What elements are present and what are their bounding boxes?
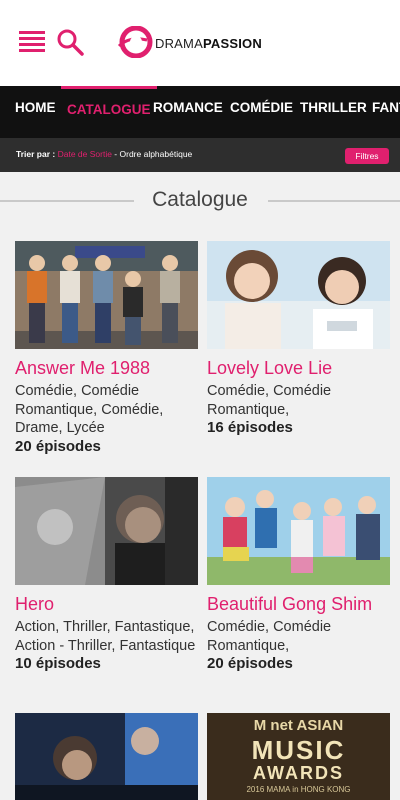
sort-separator: - [111, 149, 120, 159]
drama-genres: Comédie, Comédie Romantique, 16 épisodes [207, 382, 390, 438]
drama-genres: Comédie, Comédie Romantique, 20 épisodes [207, 618, 390, 674]
drama-poster-image[interactable] [15, 477, 198, 585]
drama-poster-image[interactable]: M net ASIAN MUSIC AWARDS 2016 MAMA in HO… [207, 713, 390, 800]
dramapassion-logo[interactable]: DRAMAPASSION [117, 26, 292, 60]
drama-genres: Comédie, Comédie Romantique, Comédie, Dr… [15, 382, 198, 456]
sort-alphabetical-link[interactable]: Ordre alphabétique [120, 149, 193, 159]
episode-count: 20 épisodes [207, 655, 293, 673]
mama-poster-line1: M net ASIAN [253, 717, 344, 734]
logo-text-passion: PASSION [202, 36, 262, 51]
drama-title[interactable]: Lovely Love Lie [207, 358, 397, 379]
nav-item-comedie[interactable]: COMÉDIE [230, 86, 293, 138]
drama-poster-image[interactable] [15, 713, 198, 800]
genre-list: Comédie, Comédie Romantique, Comédie, Dr… [15, 383, 164, 437]
drama-title[interactable]: Answer Me 1988 [15, 358, 205, 379]
filters-button[interactable]: Filtres [345, 148, 389, 164]
header: DRAMAPASSION [0, 0, 400, 86]
mama-poster-line2: MUSIC [251, 735, 346, 765]
drama-title[interactable]: Beautiful Gong Shim [207, 594, 397, 615]
drama-poster-image[interactable] [207, 477, 390, 585]
nav-item-home[interactable]: HOME [15, 86, 56, 138]
nav-item-fantastique[interactable]: FANT [372, 86, 400, 138]
category-nav: HOME CATALOGUE ROMANCE COMÉDIE THRILLER … [0, 86, 400, 138]
genre-list: Comédie, Comédie Romantique, [207, 619, 332, 654]
section-title: Catalogue [152, 188, 248, 211]
section-header: Catalogue [0, 186, 400, 216]
episode-count: 16 épisodes [207, 419, 293, 437]
episode-count: 10 épisodes [15, 655, 101, 673]
genre-list: Action, Thriller, Fantastique, Action - … [15, 619, 196, 654]
drama-genres: Action, Thriller, Fantastique, Action - … [15, 618, 198, 674]
nav-item-thriller[interactable]: THRILLER [300, 86, 367, 138]
logo-mark-icon [117, 26, 153, 58]
nav-item-romance[interactable]: ROMANCE [153, 86, 223, 138]
genre-list: Comédie, Comédie Romantique, [207, 383, 332, 418]
hamburger-menu-icon[interactable] [19, 31, 45, 53]
episode-count: 20 épisodes [15, 437, 101, 455]
mama-poster-line3: AWARDS [252, 763, 344, 783]
logo-text-drama: DRAMA [155, 36, 203, 51]
drama-poster-image[interactable] [207, 241, 390, 349]
sort-by-date-link[interactable]: Date de Sortie [58, 149, 112, 159]
mama-poster-line4: 2016 MAMA in HONG KONG [246, 785, 351, 794]
nav-item-catalogue[interactable]: CATALOGUE [61, 86, 157, 138]
sort-label: Trier par : [16, 149, 56, 159]
logo-text: DRAMAPASSION [155, 36, 262, 51]
search-icon[interactable] [56, 28, 84, 56]
sort-bar: Trier par : Date de Sortie - Ordre alpha… [0, 138, 400, 172]
drama-poster-image[interactable] [15, 241, 198, 349]
sort-options: Trier par : Date de Sortie - Ordre alpha… [16, 149, 192, 159]
drama-title[interactable]: Hero [15, 594, 205, 615]
